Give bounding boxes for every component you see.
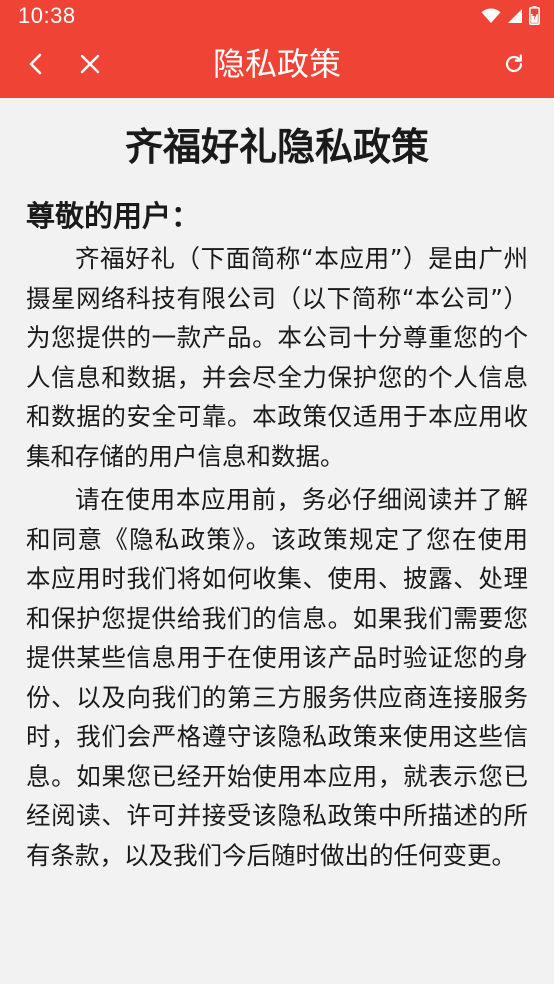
document-title: 齐福好礼隐私政策	[124, 125, 429, 169]
refresh-button[interactable]	[490, 33, 538, 98]
battery-icon	[529, 6, 540, 29]
page-title: 隐私政策	[212, 45, 341, 83]
greeting-heading: 尊敬的用户：	[26, 199, 201, 233]
paragraph-intro: 齐福好礼（下面简称“本应用”）是由广州摄星网络科技有限公司（以下简称“本公司”）…	[26, 244, 528, 471]
wifi-icon	[481, 7, 501, 28]
app-screen: 10:38 隐私政策 齐福好礼隐私政策 尊敬的用户： 齐福好礼（下面简称“本应用…	[0, 0, 554, 984]
refresh-icon	[503, 53, 525, 79]
paragraph-notice: 请在使用本应用前，务必仔细阅读并了解和同意《隐私政策》。该政策规定了您在使用本应…	[26, 485, 528, 870]
webview-content[interactable]: 齐福好礼隐私政策 尊敬的用户： 齐福好礼（下面简称“本应用”）是由广州摄星网络科…	[0, 98, 554, 984]
status-time: 10:38	[18, 3, 76, 28]
status-icons	[481, 6, 540, 29]
toolbar: 隐私政策	[0, 33, 554, 98]
status-bar: 10:38	[0, 0, 554, 33]
signal-icon	[507, 8, 523, 28]
